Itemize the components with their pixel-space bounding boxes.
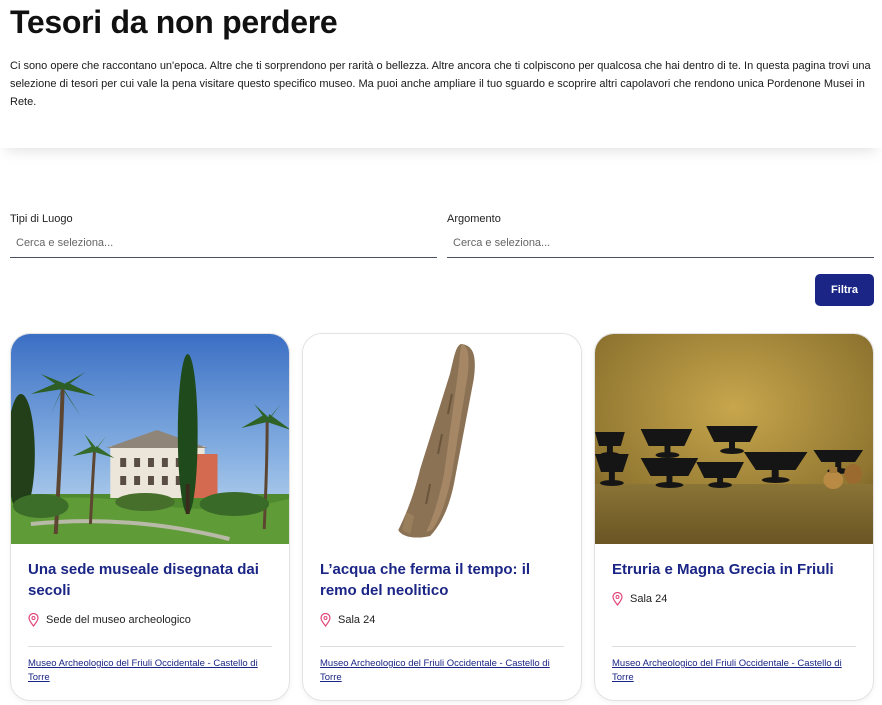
treasure-card[interactable]: L’acqua che ferma il tempo: il remo del … xyxy=(302,333,582,701)
ceramics-photo xyxy=(595,334,873,544)
museum-link[interactable]: Museo Archeologico del Friuli Occidental… xyxy=(28,657,278,685)
museum-link[interactable]: Museo Archeologico del Friuli Occidental… xyxy=(320,657,570,685)
page-title: Tesori da non perdere xyxy=(10,4,338,40)
filter-place-type: Tipi di Luogo xyxy=(10,213,437,258)
card-location: Sala 24 xyxy=(320,613,375,627)
card-location-label: Sala 24 xyxy=(338,614,376,626)
card-title[interactable]: L’acqua che ferma il tempo: il remo del … xyxy=(320,559,570,601)
museum-link[interactable]: Museo Archeologico del Friuli Occidental… xyxy=(612,657,862,685)
intro-text: Ci sono opere che raccontano un'epoca. A… xyxy=(10,60,871,108)
treasure-card[interactable]: Etruria e Magna Grecia in Friuli Sala 24… xyxy=(594,333,874,701)
card-location: Sede del museo archeologico xyxy=(28,613,191,627)
card-title[interactable]: Etruria e Magna Grecia in Friuli xyxy=(612,559,862,580)
card-divider xyxy=(320,646,564,647)
card-location-label: Sede del museo archeologico xyxy=(46,614,191,626)
map-pin-icon xyxy=(320,613,331,627)
card-location: Sala 24 xyxy=(612,592,667,606)
card-title[interactable]: Una sede museale disegnata dai secoli xyxy=(28,559,278,601)
card-location-label: Sala 24 xyxy=(630,593,668,605)
filter-place-type-label: Tipi di Luogo xyxy=(10,213,73,225)
filter-button[interactable]: Filtra xyxy=(815,274,874,306)
filter-topic: Argomento xyxy=(447,213,874,258)
villa-photo xyxy=(11,334,289,544)
oar-photo xyxy=(303,334,581,544)
place-type-input[interactable] xyxy=(10,229,437,258)
treasure-card[interactable]: Una sede museale disegnata dai secoli Se… xyxy=(10,333,290,701)
page-header: Tesori da non perdere Ci sono opere che … xyxy=(0,0,882,148)
card-divider xyxy=(28,646,272,647)
map-pin-icon xyxy=(28,613,39,627)
card-divider xyxy=(612,646,856,647)
map-pin-icon xyxy=(612,592,623,606)
topic-input[interactable] xyxy=(447,229,874,258)
filter-topic-label: Argomento xyxy=(447,213,501,225)
